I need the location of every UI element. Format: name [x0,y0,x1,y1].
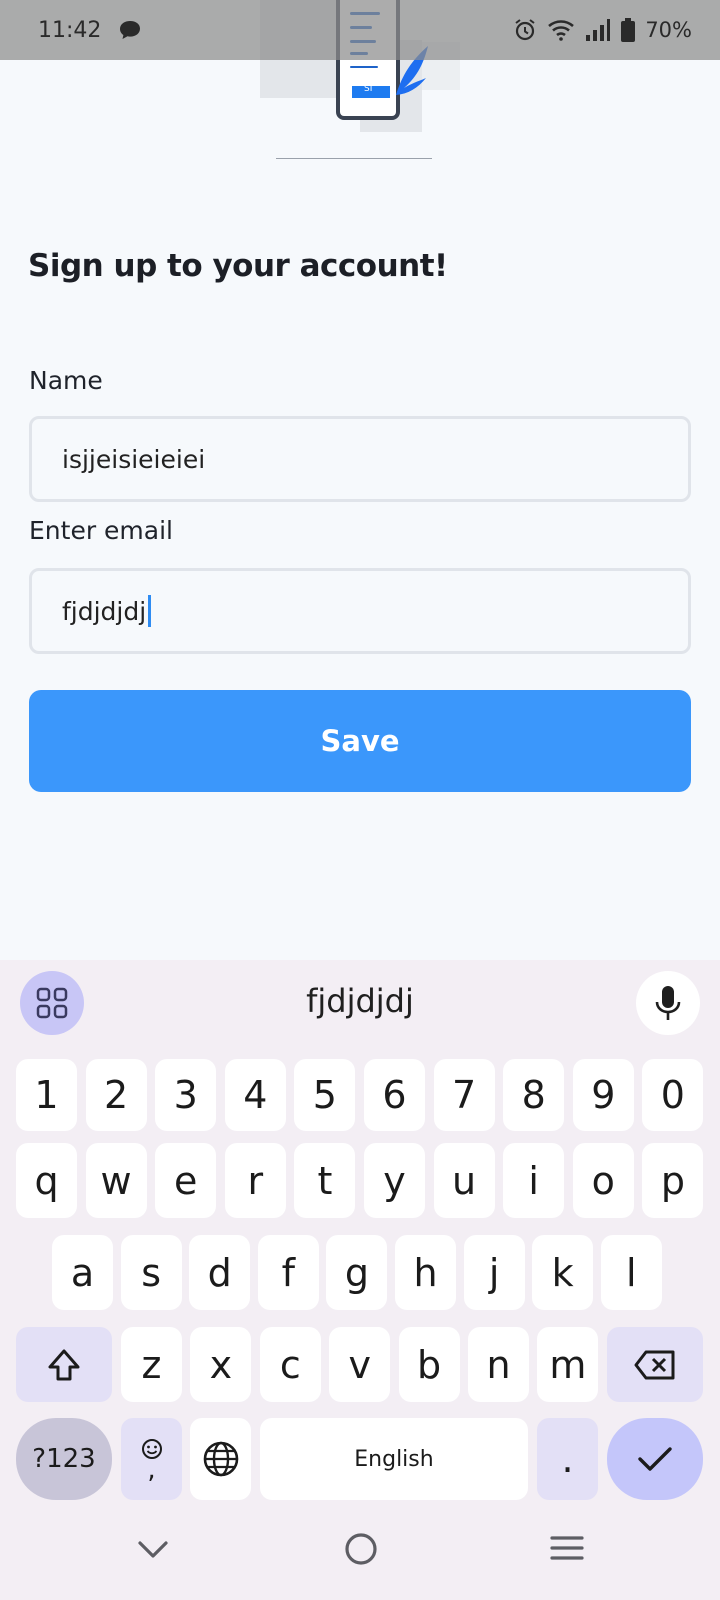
save-button[interactable]: Save [29,690,691,792]
space-key[interactable]: English [260,1418,528,1500]
menu-icon[interactable] [550,1534,584,1562]
key-l[interactable]: l [600,1235,662,1310]
key-a[interactable]: a [52,1235,113,1310]
key-w[interactable]: w [85,1143,147,1218]
key-h[interactable]: h [395,1235,456,1310]
key-x[interactable]: x [190,1327,252,1402]
key-5[interactable]: 5 [294,1059,356,1131]
microphone-icon [655,986,681,1020]
key-1[interactable]: 1 [16,1059,77,1131]
key-p[interactable]: p [642,1143,704,1218]
text-cursor [148,595,152,627]
comma-label: , [147,1455,156,1485]
key-4[interactable]: 4 [224,1059,286,1131]
enter-key[interactable] [607,1418,703,1500]
signal-icon [586,19,611,41]
chevron-down-icon[interactable] [137,1538,169,1562]
backspace-icon [634,1350,675,1379]
alarm-icon [515,19,535,41]
shift-key[interactable] [16,1327,112,1402]
status-time: 11:42 [38,17,102,43]
chat-bubble-icon [120,21,141,39]
key-6[interactable]: 6 [364,1059,425,1131]
backspace-key[interactable] [607,1327,703,1402]
email-input-value: fjdjdjdj [62,596,147,626]
battery-icon [621,18,636,42]
email-label: Enter email [29,516,173,545]
key-u[interactable]: u [433,1143,495,1218]
key-3[interactable]: 3 [155,1059,217,1131]
key-n[interactable]: n [468,1327,529,1402]
status-bar: 11:42 70% [0,0,720,60]
key-t[interactable]: t [294,1143,356,1218]
key-7[interactable]: 7 [433,1059,495,1131]
key-2[interactable]: 2 [85,1059,147,1131]
shift-icon [48,1349,80,1380]
key-9[interactable]: 9 [572,1059,634,1131]
home-icon[interactable] [344,1532,378,1566]
page-title: Sign up to your account! [28,248,448,284]
system-nav-bar [0,1510,720,1600]
language-key[interactable] [190,1418,251,1500]
illustration-underline [276,158,432,159]
key-s[interactable]: s [120,1235,182,1310]
key-z[interactable]: z [121,1327,182,1402]
suggestion-strip: fjdjdjdj [0,960,720,1050]
battery-percent: 70% [645,18,692,42]
emoji-comma-key[interactable]: , [121,1418,182,1500]
key-r[interactable]: r [224,1143,286,1218]
key-q[interactable]: q [16,1143,77,1218]
key-f[interactable]: f [257,1235,319,1310]
name-label: Name [29,366,103,395]
key-b[interactable]: b [398,1327,460,1402]
key-i[interactable]: i [503,1143,565,1218]
key-o[interactable]: o [572,1143,634,1218]
wifi-icon [548,20,575,41]
globe-icon [203,1441,238,1477]
email-input[interactable]: fjdjdjdj [29,568,691,654]
period-key[interactable]: . [537,1418,598,1500]
phone-button-text: SI [364,84,373,94]
soft-keyboard: fjdjdjdj 1234567890 qwertyuiop asdfghjkl zx… [0,960,720,1600]
name-input-value: isjjeisieieiei [62,444,206,474]
key-c[interactable]: c [259,1327,321,1402]
key-e[interactable]: e [155,1143,217,1218]
checkmark-icon [638,1447,672,1471]
key-k[interactable]: k [532,1235,594,1310]
key-0[interactable]: 0 [642,1059,704,1131]
key-j[interactable]: j [463,1235,525,1310]
key-8[interactable]: 8 [503,1059,565,1131]
key-v[interactable]: v [329,1327,391,1402]
key-d[interactable]: d [189,1235,251,1310]
suggestion-word[interactable]: fjdjdjdj [0,982,720,1020]
key-y[interactable]: y [364,1143,425,1218]
symbols-key[interactable]: ?123 [16,1418,112,1500]
name-input[interactable]: isjjeisieieiei [29,416,691,502]
key-g[interactable]: g [326,1235,388,1310]
key-m[interactable]: m [537,1327,599,1402]
voice-input-button[interactable] [636,971,700,1035]
